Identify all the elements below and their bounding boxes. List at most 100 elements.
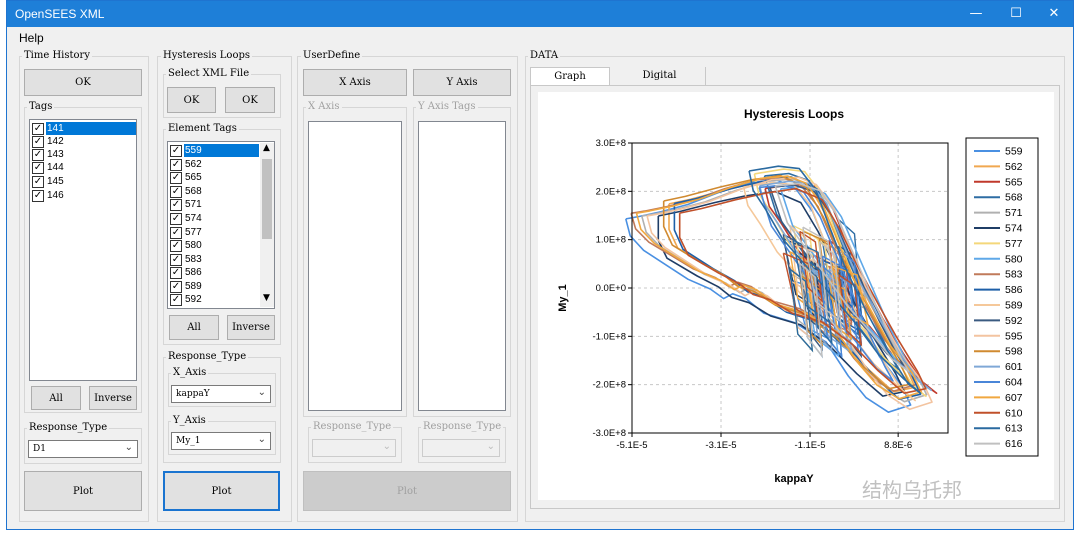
menu-help[interactable]: Help (19, 31, 44, 45)
checkbox-checked-icon[interactable]: ✓ (170, 267, 182, 279)
minimize-button[interactable]: — (957, 1, 995, 27)
tags-inverse-button[interactable]: Inverse (89, 386, 137, 410)
element-tag-item[interactable]: ✓ 577 (170, 226, 259, 240)
element-tags-all-button[interactable]: All (169, 315, 219, 340)
y-tick-label: 2.0E+8 (596, 186, 626, 197)
select-xml-ok-button[interactable]: OK (167, 87, 216, 113)
element-tag-item[interactable]: ✓ 583 (170, 253, 259, 267)
x-axis-select[interactable]: kappaY ⌄ (171, 385, 271, 403)
checkbox-checked-icon[interactable]: ✓ (32, 176, 44, 188)
y-axis-button[interactable]: Y Axis (413, 69, 511, 96)
element-tag-item[interactable]: ✓ 565 (170, 171, 259, 185)
y-tick-label: 3.0E+8 (596, 138, 626, 149)
checkbox-checked-icon[interactable]: ✓ (170, 145, 182, 157)
scroll-down-icon[interactable]: ▼ (263, 293, 270, 303)
tags-list[interactable]: ✓ 141 ✓ 142 ✓ 143 ✓ 144 ✓ 145 ✓ 146 (29, 119, 137, 381)
element-tag-item[interactable]: ✓ 586 (170, 266, 259, 280)
tag-item[interactable]: ✓ 145 (32, 175, 136, 189)
checkbox-checked-icon[interactable]: ✓ (170, 172, 182, 184)
time-history-ok-button[interactable]: OK (24, 69, 142, 96)
time-history-label: Time History (22, 50, 92, 61)
data-label: DATA (528, 50, 561, 61)
checkbox-checked-icon[interactable]: ✓ (32, 149, 44, 161)
element-tag-item[interactable]: ✓ 574 (170, 212, 259, 226)
checkbox-checked-icon[interactable]: ✓ (32, 190, 44, 202)
scroll-up-icon[interactable]: ▲ (263, 143, 270, 153)
checkbox-checked-icon[interactable]: ✓ (170, 199, 182, 211)
checkbox-checked-icon[interactable]: ✓ (32, 136, 44, 148)
chart-xlabel: kappaY (774, 473, 814, 485)
checkbox-checked-icon[interactable]: ✓ (32, 162, 44, 174)
x-tick-label: -3.1E-5 (705, 440, 736, 451)
title-bar: OpenSEES XML — ☐ ✕ (7, 1, 1073, 27)
checkbox-checked-icon[interactable]: ✓ (32, 123, 44, 135)
legend-label: 562 (1005, 161, 1023, 173)
maximize-button[interactable]: ☐ (997, 1, 1035, 27)
checkbox-checked-icon[interactable]: ✓ (170, 186, 182, 198)
legend-label: 565 (1005, 176, 1023, 188)
element-tags-inverse-button[interactable]: Inverse (227, 315, 275, 340)
legend-label: 598 (1005, 346, 1023, 358)
close-button[interactable]: ✕ (1035, 1, 1073, 27)
ud-y-axis-list[interactable] (418, 121, 506, 411)
scrollbar-thumb[interactable] (262, 159, 272, 239)
y-axis-select[interactable]: My_1 ⌄ (171, 432, 271, 450)
legend-box (965, 137, 1039, 457)
select-xml-label: Select XML File (166, 68, 252, 79)
chevron-down-icon: ⌄ (382, 441, 391, 452)
element-tag-item[interactable]: ✓ 592 (170, 293, 259, 307)
tag-item[interactable]: ✓ 143 (32, 148, 136, 162)
element-tags-scrollbar[interactable]: ▲ ▼ (260, 143, 274, 307)
tag-item[interactable]: ✓ 141 (32, 122, 136, 136)
element-tag-item[interactable]: ✓ 580 (170, 239, 259, 253)
hysteresis-label: Hysteresis Loops (161, 50, 252, 61)
x-axis-label: X_Axis (171, 367, 209, 378)
tag-item[interactable]: ✓ 142 (32, 135, 136, 149)
chart-title: Hysteresis Loops (744, 107, 844, 121)
legend-label: 613 (1005, 423, 1023, 435)
ud-response-type-select-2[interactable]: ⌄ (422, 439, 500, 457)
window-title: OpenSEES XML (15, 7, 105, 21)
tab-graph[interactable]: Graph (530, 67, 610, 86)
th-response-type-select[interactable]: D1 ⌄ (28, 440, 138, 458)
checkbox-checked-icon[interactable]: ✓ (170, 213, 182, 225)
ud-x-axis-list[interactable] (308, 121, 402, 411)
y-tick-label: 1.0E+8 (596, 235, 626, 246)
x-axis-button[interactable]: X Axis (303, 69, 407, 96)
x-tick-label: 8.8E-6 (884, 440, 912, 451)
hysteresis-plot-button[interactable]: Plot (163, 471, 280, 511)
checkbox-checked-icon[interactable]: ✓ (170, 294, 182, 306)
checkbox-checked-icon[interactable]: ✓ (170, 159, 182, 171)
ud-x-axis-label: X Axis (306, 101, 342, 112)
legend-label: 604 (1005, 377, 1023, 389)
tab-digital[interactable]: Digital (614, 67, 706, 85)
element-tag-item[interactable]: ✓ 559 (170, 144, 259, 158)
legend-label: 568 (1005, 192, 1023, 204)
checkbox-checked-icon[interactable]: ✓ (170, 254, 182, 266)
tags-label: Tags (27, 101, 55, 112)
element-tag-item[interactable]: ✓ 589 (170, 280, 259, 294)
userdefine-label: UserDefine (301, 50, 363, 61)
checkbox-checked-icon[interactable]: ✓ (170, 281, 182, 293)
menu-bar: Help (7, 27, 1073, 47)
time-history-plot-button[interactable]: Plot (24, 471, 142, 511)
legend-label: 586 (1005, 284, 1023, 296)
checkbox-checked-icon[interactable]: ✓ (170, 240, 182, 252)
tags-all-button[interactable]: All (31, 386, 81, 410)
element-tags-label: Element Tags (166, 123, 239, 134)
legend-label: 601 (1005, 361, 1023, 373)
userdefine-plot-button[interactable]: Plot (303, 471, 511, 511)
element-tag-item[interactable]: ✓ 568 (170, 185, 259, 199)
select-xml-ok2-button[interactable]: OK (225, 87, 275, 113)
tag-item[interactable]: ✓ 146 (32, 189, 136, 203)
tag-item[interactable]: ✓ 144 (32, 161, 136, 175)
ud-response-type-select-1[interactable]: ⌄ (312, 439, 396, 457)
checkbox-checked-icon[interactable]: ✓ (170, 227, 182, 239)
element-tags-list[interactable]: ✓ 559 ✓ 562 ✓ 565 ✓ 568 ✓ 571 ✓ 574 ✓ 577 ✓ 580 … (167, 141, 275, 309)
element-tag-item[interactable]: ✓ 562 (170, 158, 259, 172)
ud-y-axis-label: Y Axis Tags (416, 101, 478, 112)
element-tag-item[interactable]: ✓ 571 (170, 198, 259, 212)
x-tick-label: -1.1E-5 (794, 440, 825, 451)
chevron-down-icon: ⌄ (124, 442, 133, 453)
y-tick-label: -1.0E+8 (592, 331, 626, 342)
